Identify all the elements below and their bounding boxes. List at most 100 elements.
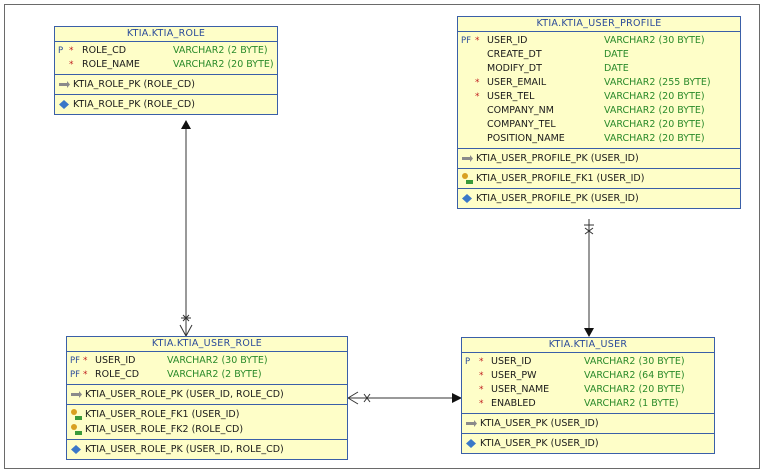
fk-key-icon <box>71 409 82 420</box>
relationship-user-role-to-user[interactable] <box>347 391 462 405</box>
column-type: VARCHAR2 (20 BYTE) <box>604 133 705 144</box>
relationship-user-profile-to-user[interactable] <box>584 219 594 337</box>
column-row[interactable]: MODIFY_DT DATE <box>458 62 740 76</box>
column-row[interactable]: * ENABLED VARCHAR2 (1 BYTE) <box>462 397 714 411</box>
column-type: VARCHAR2 (2 BYTE) <box>173 45 268 56</box>
arrowhead-icon <box>584 328 594 337</box>
relationship-user-role-to-role[interactable] <box>179 120 193 337</box>
column-name: USER_ID <box>487 35 528 46</box>
column-name: USER_PW <box>491 370 537 381</box>
index-label: KTIA_ROLE_PK (ROLE_CD) <box>73 99 195 110</box>
columns-section: P * ROLE_CD VARCHAR2 (2 BYTE) * ROLE_NAM… <box>55 42 277 75</box>
column-name: ROLE_CD <box>95 369 140 380</box>
keys-section: KTIA_USER_PROFILE_PK (USER_ID) <box>458 149 740 169</box>
required-marker: * <box>83 356 88 366</box>
index-label: KTIA_USER_ROLE_PK (USER_ID, ROLE_CD) <box>85 444 284 455</box>
column-row[interactable]: * USER_NAME VARCHAR2 (20 BYTE) <box>462 383 714 397</box>
entity-ktia-user[interactable]: KTIA.KTIA_USER P * USER_ID VARCHAR2 (30 BYT… <box>461 337 715 454</box>
primary-key-row[interactable]: KTIA_USER_PROFILE_PK (USER_ID) <box>458 151 740 166</box>
foreign-keys-section: KTIA_USER_ROLE_FK1 (USER_ID) KTIA_USER_R… <box>67 405 347 440</box>
entity-title: KTIA.KTIA_USER <box>462 338 714 353</box>
pk-marker: P <box>465 357 471 367</box>
column-row[interactable]: * USER_PW VARCHAR2 (64 BYTE) <box>462 369 714 383</box>
column-type: VARCHAR2 (30 BYTE) <box>167 355 268 366</box>
column-type: VARCHAR2 (20 BYTE) <box>604 105 705 116</box>
required-marker: * <box>475 92 480 102</box>
column-type: VARCHAR2 (20 BYTE) <box>604 91 705 102</box>
fk-key-icon <box>462 173 473 184</box>
column-type: VARCHAR2 (20 BYTE) <box>604 119 705 130</box>
foreign-key-row[interactable]: KTIA_USER_PROFILE_FK1 (USER_ID) <box>458 171 740 186</box>
column-name: MODIFY_DT <box>487 63 542 74</box>
column-row[interactable]: PF * USER_ID VARCHAR2 (30 BYTE) <box>67 354 347 368</box>
required-marker: * <box>479 371 484 381</box>
column-name: COMPANY_NM <box>487 105 554 116</box>
column-name: USER_TEL <box>487 91 535 102</box>
column-type: VARCHAR2 (64 BYTE) <box>584 370 685 381</box>
column-row[interactable]: COMPANY_TEL VARCHAR2 (20 BYTE) <box>458 118 740 132</box>
columns-section: PF * USER_ID VARCHAR2 (30 BYTE) CREATE_DT DA… <box>458 32 740 149</box>
required-marker: * <box>479 385 484 395</box>
pf-marker: PF <box>70 356 81 366</box>
index-icon <box>71 445 81 454</box>
column-type: VARCHAR2 (20 BYTE) <box>584 384 685 395</box>
index-row[interactable]: KTIA_USER_ROLE_PK (USER_ID, ROLE_CD) <box>67 442 347 457</box>
required-marker: * <box>475 36 480 46</box>
column-name: USER_NAME <box>491 384 550 395</box>
column-type: VARCHAR2 (30 BYTE) <box>604 35 705 46</box>
fk-key-icon <box>71 424 82 435</box>
column-name: POSITION_NAME <box>487 133 565 144</box>
required-marker: * <box>479 399 484 409</box>
index-row[interactable]: KTIA_USER_PROFILE_PK (USER_ID) <box>458 191 740 206</box>
column-row[interactable]: P * USER_ID VARCHAR2 (30 BYTE) <box>462 355 714 369</box>
pk-key-icon <box>59 81 70 88</box>
entity-title: KTIA.KTIA_USER_PROFILE <box>458 17 740 32</box>
column-row[interactable]: POSITION_NAME VARCHAR2 (20 BYTE) <box>458 132 740 146</box>
column-name: COMPANY_TEL <box>487 119 556 130</box>
entity-title: KTIA.KTIA_ROLE <box>55 27 277 42</box>
key-label: KTIA_USER_PROFILE_PK (USER_ID) <box>476 153 639 164</box>
column-type: VARCHAR2 (30 BYTE) <box>584 356 685 367</box>
foreign-key-row[interactable]: KTIA_USER_ROLE_FK2 (ROLE_CD) <box>67 422 347 437</box>
column-name: ROLE_CD <box>82 45 127 56</box>
column-row[interactable]: P * ROLE_CD VARCHAR2 (2 BYTE) <box>55 44 277 58</box>
index-row[interactable]: KTIA_USER_PK (USER_ID) <box>462 436 714 451</box>
index-row[interactable]: KTIA_ROLE_PK (ROLE_CD) <box>55 97 277 112</box>
index-icon <box>59 100 69 109</box>
column-row[interactable]: PF * USER_ID VARCHAR2 (30 BYTE) <box>458 34 740 48</box>
foreign-keys-section: KTIA_USER_PROFILE_FK1 (USER_ID) <box>458 169 740 189</box>
column-type: DATE <box>604 49 629 60</box>
entity-ktia-user-role[interactable]: KTIA.KTIA_USER_ROLE PF * USER_ID VARCHAR2 (… <box>66 336 348 460</box>
index-icon <box>462 194 472 203</box>
column-name: CREATE_DT <box>487 49 542 60</box>
column-row[interactable]: * USER_EMAIL VARCHAR2 (255 BYTE) <box>458 76 740 90</box>
column-row[interactable]: * USER_TEL VARCHAR2 (20 BYTE) <box>458 90 740 104</box>
column-type: VARCHAR2 (2 BYTE) <box>167 369 262 380</box>
column-row[interactable]: CREATE_DT DATE <box>458 48 740 62</box>
column-name: ENABLED <box>491 398 536 409</box>
column-type: VARCHAR2 (20 BYTE) <box>173 59 274 70</box>
fk-label: KTIA_USER_ROLE_FK2 (ROLE_CD) <box>85 424 244 435</box>
column-row[interactable]: PF * ROLE_CD VARCHAR2 (2 BYTE) <box>67 368 347 382</box>
primary-key-row[interactable]: KTIA_USER_PK (USER_ID) <box>462 416 714 431</box>
key-label: KTIA_ROLE_PK (ROLE_CD) <box>73 79 195 90</box>
required-marker: * <box>475 78 480 88</box>
pf-marker: PF <box>70 370 81 380</box>
primary-key-row[interactable]: KTIA_USER_ROLE_PK (USER_ID, ROLE_CD) <box>67 387 347 402</box>
column-row[interactable]: * ROLE_NAME VARCHAR2 (20 BYTE) <box>55 58 277 72</box>
index-icon <box>466 439 476 448</box>
indexes-section: KTIA_USER_PK (USER_ID) <box>462 434 714 453</box>
entity-ktia-role[interactable]: KTIA.KTIA_ROLE P * ROLE_CD VARCHAR2 (2 B… <box>54 26 278 115</box>
key-label: KTIA_USER_PK (USER_ID) <box>480 418 599 429</box>
primary-key-row[interactable]: KTIA_ROLE_PK (ROLE_CD) <box>55 77 277 92</box>
keys-section: KTIA_ROLE_PK (ROLE_CD) <box>55 75 277 95</box>
column-row[interactable]: COMPANY_NM VARCHAR2 (20 BYTE) <box>458 104 740 118</box>
columns-section: PF * USER_ID VARCHAR2 (30 BYTE) PF * ROLE_CD V… <box>67 352 347 385</box>
key-label: KTIA_USER_ROLE_PK (USER_ID, ROLE_CD) <box>85 389 284 400</box>
index-label: KTIA_USER_PROFILE_PK (USER_ID) <box>476 193 639 204</box>
indexes-section: KTIA_USER_PROFILE_PK (USER_ID) <box>458 189 740 208</box>
indexes-section: KTIA_ROLE_PK (ROLE_CD) <box>55 95 277 114</box>
foreign-key-row[interactable]: KTIA_USER_ROLE_FK1 (USER_ID) <box>67 407 347 422</box>
entity-ktia-user-profile[interactable]: KTIA.KTIA_USER_PROFILE PF * USER_ID VARCHAR… <box>457 16 741 209</box>
columns-section: P * USER_ID VARCHAR2 (30 BYTE) * USER_PW VARC… <box>462 353 714 414</box>
